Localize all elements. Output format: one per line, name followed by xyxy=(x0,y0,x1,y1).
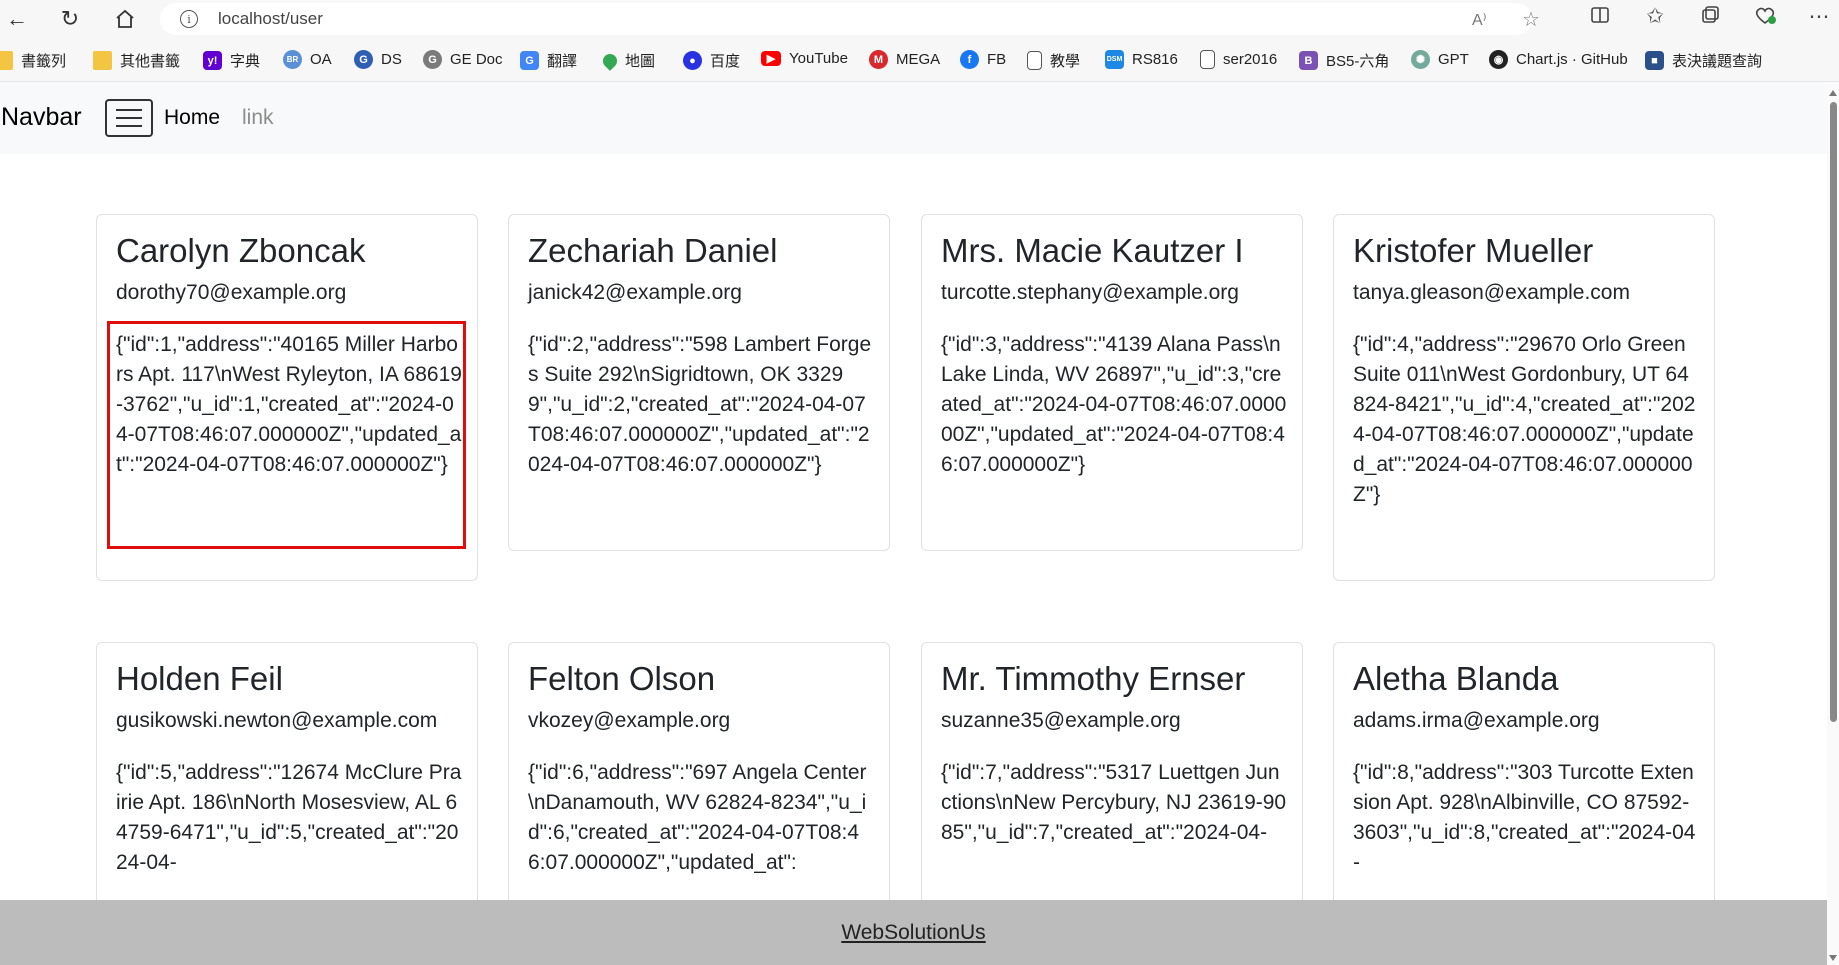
user-address-json: {"id":7,"address":"5317 Luettgen Junctio… xyxy=(941,761,1287,844)
navbar-brand[interactable]: Navbar xyxy=(1,103,82,132)
user-email: janick42@example.org xyxy=(528,281,742,304)
more-options-icon[interactable]: ⋯ xyxy=(1805,4,1833,29)
user-address-json: {"id":4,"address":"29670 Orlo Green Suit… xyxy=(1353,333,1696,506)
bookmarks-bar: 書籤列 其他書籤 y! 字典 BR OA G DS G GE Doc G 翻譯 地圖 ● 百… xyxy=(0,38,1839,82)
bookmark-item[interactable]: 書籤列 xyxy=(0,50,66,71)
bookmark-item[interactable]: f FB xyxy=(960,50,1006,69)
user-email: gusikowski.newton@example.com xyxy=(116,709,438,732)
scroll-down-arrow-icon[interactable] xyxy=(1829,955,1837,961)
browser-essentials-icon[interactable] xyxy=(1751,4,1779,32)
bookmark-item[interactable]: BR OA xyxy=(283,50,332,69)
bookmark-item[interactable]: 地圖 xyxy=(600,50,655,71)
bookmark-item[interactable]: 教學 xyxy=(1027,50,1080,71)
folder-icon xyxy=(0,51,13,70)
address-bar[interactable]: i localhost/user A⁾ ☆ xyxy=(160,3,1540,35)
user-address-json: {"id":8,"address":"303 Turcotte Extensio… xyxy=(1353,761,1696,874)
url-text[interactable]: localhost/user xyxy=(218,9,323,29)
youtube-icon: ▶ xyxy=(761,51,781,66)
home-icon[interactable] xyxy=(108,3,142,35)
bookmark-item[interactable]: DSM RS816 xyxy=(1105,50,1178,69)
user-card: Holden Feil gusikowski.newton@example.co… xyxy=(96,642,478,942)
collections-icon[interactable] xyxy=(1696,4,1724,32)
bookmark-item[interactable]: ◉ Chart.js · GitHub xyxy=(1489,50,1628,69)
user-email: adams.irma@example.org xyxy=(1353,709,1600,732)
browser-toolbar: ← ↻ i localhost/user A⁾ ☆ ✩ ⋯ xyxy=(0,0,1839,38)
bookmark-item[interactable]: G 翻譯 xyxy=(520,50,577,71)
refresh-icon[interactable]: ↻ xyxy=(53,3,87,35)
split-screen-icon[interactable] xyxy=(1586,4,1614,32)
user-name: Zechariah Daniel xyxy=(528,232,778,269)
ge-doc-icon: G xyxy=(423,50,442,69)
user-email: dorothy70@example.org xyxy=(116,281,347,304)
github-icon: ◉ xyxy=(1489,50,1508,69)
user-name: Mr. Timmothy Ernser xyxy=(941,660,1246,697)
user-name: Carolyn Zboncak xyxy=(116,232,366,269)
bootstrap-icon: B xyxy=(1299,51,1318,70)
favorite-star-icon[interactable]: ☆ xyxy=(1522,7,1540,32)
openai-icon: ✺ xyxy=(1411,50,1430,69)
page-icon xyxy=(1200,50,1215,69)
user-email: suzanne35@example.org xyxy=(941,709,1181,732)
user-name: Kristofer Mueller xyxy=(1353,232,1594,269)
user-card: Felton Olson vkozey@example.org {"id":6,… xyxy=(508,642,890,942)
bookmark-item[interactable]: ✺ GPT xyxy=(1411,50,1469,69)
user-card: Zechariah Daniel janick42@example.org {"… xyxy=(508,214,890,551)
user-address-json: {"id":1,"address":"40165 Miller Harbors … xyxy=(116,333,462,476)
back-arrow-icon[interactable]: ← xyxy=(0,3,34,35)
bookmark-item[interactable]: ▶ YouTube xyxy=(761,50,848,67)
user-address-json: {"id":2,"address":"598 Lambert Forges Su… xyxy=(528,333,872,476)
folder-icon xyxy=(93,51,112,70)
footer-link[interactable]: WebSolutionUs xyxy=(841,921,985,945)
user-card: Aletha Blanda adams.irma@example.org {"i… xyxy=(1333,642,1715,942)
nav-link-home[interactable]: Home xyxy=(164,106,220,130)
bookmark-item[interactable]: y! 字典 xyxy=(203,50,260,71)
navbar-toggler-hamburger-icon[interactable] xyxy=(105,99,153,137)
user-address-json: {"id":3,"address":"4139 Alana Pass\nLake… xyxy=(941,333,1287,476)
mega-icon: M xyxy=(869,50,888,69)
user-card: Kristofer Mueller tanya.gleason@example.… xyxy=(1333,214,1715,581)
user-address-json: {"id":5,"address":"12674 McClure Prairie… xyxy=(116,761,462,874)
site-info-icon[interactable]: i xyxy=(180,10,198,28)
user-card: Carolyn Zboncak dorothy70@example.org {"… xyxy=(96,214,478,581)
user-name: Aletha Blanda xyxy=(1353,660,1559,697)
oa-icon: BR xyxy=(283,50,302,69)
user-email: tanya.gleason@example.com xyxy=(1353,281,1630,304)
ly-icon: ■ xyxy=(1645,51,1664,70)
user-name: Felton Olson xyxy=(528,660,716,697)
bookmark-item[interactable]: ser2016 xyxy=(1200,50,1277,69)
bookmark-item[interactable]: ■ 表決議題查詢 xyxy=(1645,50,1762,71)
user-name: Mrs. Macie Kautzer I xyxy=(941,232,1244,269)
dsm-icon: DSM xyxy=(1105,50,1124,69)
translate-icon: G xyxy=(520,51,539,70)
bookmark-item[interactable]: M MEGA xyxy=(869,50,940,69)
app-navbar: Navbar Home link xyxy=(0,82,1827,154)
scroll-up-arrow-icon[interactable] xyxy=(1829,90,1837,96)
bookmark-item[interactable]: G GE Doc xyxy=(423,50,503,69)
footer: WebSolutionUs xyxy=(0,900,1827,965)
facebook-icon: f xyxy=(960,50,979,69)
user-card: Mr. Timmothy Ernser suzanne35@example.or… xyxy=(921,642,1303,942)
bookmark-item[interactable]: B BS5-六角 xyxy=(1299,50,1389,71)
favorites-icon[interactable]: ✩ xyxy=(1641,4,1669,29)
user-name: Holden Feil xyxy=(116,660,283,697)
baidu-paw-icon: ● xyxy=(683,51,702,70)
yahoo-icon: y! xyxy=(203,51,222,70)
page-scrollbar[interactable] xyxy=(1827,82,1839,965)
read-aloud-icon[interactable]: A⁾ xyxy=(1472,10,1487,30)
bookmark-item[interactable]: G DS xyxy=(354,50,402,69)
user-address-json: {"id":6,"address":"697 Angela Center\nDa… xyxy=(528,761,867,874)
user-card: Mrs. Macie Kautzer I turcotte.stephany@e… xyxy=(921,214,1303,551)
maps-pin-icon xyxy=(600,50,620,71)
page-icon xyxy=(1027,51,1042,70)
nav-link-link[interactable]: link xyxy=(242,106,274,130)
scrollbar-thumb[interactable] xyxy=(1830,102,1837,722)
bookmark-item[interactable]: ● 百度 xyxy=(683,50,740,71)
bookmark-item[interactable]: 其他書籤 xyxy=(93,50,180,71)
user-email: turcotte.stephany@example.org xyxy=(941,281,1239,304)
user-email: vkozey@example.org xyxy=(528,709,731,732)
ge-icon: G xyxy=(354,50,373,69)
